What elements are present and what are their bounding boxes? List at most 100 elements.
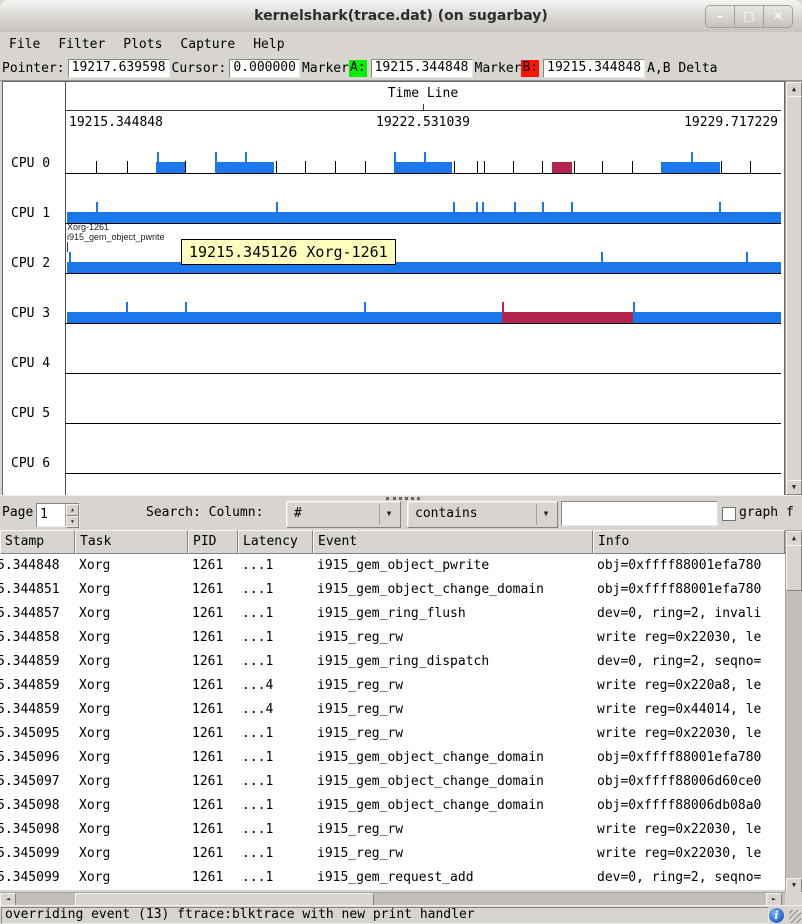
column-header-pid[interactable]: PID xyxy=(188,530,238,554)
cpu-label: CPU 0 xyxy=(11,156,63,172)
graph-event-tick xyxy=(335,161,336,173)
graph-task-bar[interactable] xyxy=(156,162,185,173)
timeline-graph[interactable]: Time Line 19215.344848 19222.531039 1922… xyxy=(2,81,785,496)
hover-pointer-mark xyxy=(67,242,68,252)
delta-label: A,B Delta xyxy=(647,61,717,76)
graph-event-tick xyxy=(365,161,366,173)
menu-file[interactable]: File xyxy=(0,33,49,57)
column-select-value: # xyxy=(294,502,302,526)
table-row[interactable]: 5.344851Xorg1261...1i915_gem_object_chan… xyxy=(0,578,785,602)
table-row[interactable]: 5.345095Xorg1261...1i915_reg_rwwrite reg… xyxy=(0,722,785,746)
graph-task-bar[interactable] xyxy=(67,212,781,223)
graph-task-bar[interactable] xyxy=(661,162,720,173)
table-row[interactable]: 5.345098Xorg1261...1i915_gem_object_chan… xyxy=(0,794,785,818)
cell-info: dev=0, ring=2, seqno= xyxy=(593,866,785,890)
cell-latency: ...1 xyxy=(238,770,313,794)
window-controls: – □ ✕ xyxy=(705,5,793,28)
marker-a-label: Marker xyxy=(302,61,349,76)
graph-follows-checkbox[interactable] xyxy=(722,507,736,521)
cell-info: write reg=0x22030, le xyxy=(593,722,785,746)
table-row[interactable]: 5.345098Xorg1261...1i915_reg_rwwrite reg… xyxy=(0,818,785,842)
info-icon[interactable]: i xyxy=(769,908,784,923)
table-row[interactable]: 5.345099Xorg1261...1i915_gem_request_add… xyxy=(0,866,785,890)
column-select[interactable]: # ▼ xyxy=(286,501,401,528)
menu-help[interactable]: Help xyxy=(244,33,293,57)
cell-stamp: 5.345096 xyxy=(0,746,75,770)
table-row[interactable]: 5.344857Xorg1261...1i915_gem_ring_flushd… xyxy=(0,602,785,626)
graph-scroll-thumb[interactable] xyxy=(786,96,802,481)
cell-stamp: 5.344848 xyxy=(0,554,75,578)
table-vertical-scrollbar[interactable]: ▲ ▼ xyxy=(785,530,802,894)
graph-task-bar[interactable] xyxy=(215,162,274,173)
column-header-stamp[interactable]: Stamp xyxy=(0,530,75,554)
page-spinner[interactable]: 1 ▲ ▼ xyxy=(36,503,80,527)
cell-event: i915_reg_rw xyxy=(313,626,593,650)
table-scroll-thumb[interactable] xyxy=(786,545,802,591)
cell-latency: ...1 xyxy=(238,602,313,626)
cell-info: dev=0, ring=2, invali xyxy=(593,602,785,626)
column-header-info[interactable]: Info xyxy=(593,530,785,554)
table-horizontal-scrollbar[interactable]: ◄ ► xyxy=(0,892,785,906)
graph-event-tick xyxy=(96,161,97,173)
chevron-down-icon[interactable]: ▼ xyxy=(536,504,555,525)
cell-event: i915_gem_object_pwrite xyxy=(313,554,593,578)
column-header-latency[interactable]: Latency xyxy=(238,530,313,554)
graph-task-bar[interactable] xyxy=(67,262,781,273)
cell-info: write reg=0x220a8, le xyxy=(593,674,785,698)
cell-event: i915_gem_request_add xyxy=(313,866,593,890)
scroll-up-icon[interactable]: ▲ xyxy=(786,531,802,546)
event-table[interactable]: 5.344848Xorg1261...1i915_gem_object_pwri… xyxy=(0,554,785,890)
graph-event-tick xyxy=(484,161,485,173)
cell-event: i915_gem_object_change_domain xyxy=(313,770,593,794)
scroll-down-icon[interactable]: ▼ xyxy=(786,878,802,893)
menu-capture[interactable]: Capture xyxy=(171,33,244,57)
match-select[interactable]: contains ▼ xyxy=(407,501,558,528)
graph-follows-label: graph f xyxy=(739,504,794,522)
marker-a-value: 19215.344848 xyxy=(371,59,473,78)
cell-event: i915_reg_rw xyxy=(313,842,593,866)
graph-task-bar[interactable] xyxy=(502,312,633,323)
graph-vertical-scrollbar[interactable]: ▲ ▼ xyxy=(785,81,802,496)
graph-task-bar[interactable] xyxy=(394,162,452,173)
spin-up-icon[interactable]: ▲ xyxy=(66,504,79,516)
graph-event-tick xyxy=(602,161,603,173)
marker-a-key: A: xyxy=(349,60,367,77)
title-bar[interactable]: kernelshark(trace.dat) (on sugarbay) – □… xyxy=(0,0,802,33)
menu-filter[interactable]: Filter xyxy=(49,33,114,57)
cell-pid: 1261 xyxy=(188,698,238,722)
cell-event: i915_gem_ring_flush xyxy=(313,602,593,626)
table-row[interactable]: 5.345097Xorg1261...1i915_gem_object_chan… xyxy=(0,770,785,794)
spin-down-icon[interactable]: ▼ xyxy=(66,516,79,528)
table-row[interactable]: 5.344848Xorg1261...1i915_gem_object_pwri… xyxy=(0,554,785,578)
resize-grip[interactable] xyxy=(789,910,801,923)
column-header-event[interactable]: Event xyxy=(313,530,593,554)
menu-plots[interactable]: Plots xyxy=(114,33,171,57)
cell-task: Xorg xyxy=(75,722,188,746)
timeline-label-mid: 19222.531039 xyxy=(65,115,781,131)
graph-task-bar[interactable] xyxy=(552,162,572,173)
table-row[interactable]: 5.345099Xorg1261...1i915_reg_rwwrite reg… xyxy=(0,842,785,866)
cell-task: Xorg xyxy=(75,866,188,890)
table-row[interactable]: 5.344859Xorg1261...1i915_gem_ring_dispat… xyxy=(0,650,785,674)
chevron-down-icon[interactable]: ▼ xyxy=(379,504,398,525)
graph-event-tick xyxy=(185,161,186,173)
scroll-down-icon[interactable]: ▼ xyxy=(786,480,802,495)
graph-task-bar[interactable] xyxy=(67,312,781,323)
minimize-button[interactable]: – xyxy=(706,6,734,27)
cpu-label: CPU 4 xyxy=(11,356,63,372)
cell-stamp: 5.345098 xyxy=(0,818,75,842)
maximize-button[interactable]: □ xyxy=(734,6,763,27)
cell-task: Xorg xyxy=(75,746,188,770)
close-button[interactable]: ✕ xyxy=(763,6,792,27)
table-row[interactable]: 5.344859Xorg1261...4i915_reg_rwwrite reg… xyxy=(0,698,785,722)
hover-task-name: Xorg-1261 xyxy=(67,222,109,232)
cell-task: Xorg xyxy=(75,602,188,626)
table-row[interactable]: 5.344858Xorg1261...1i915_reg_rwwrite reg… xyxy=(0,626,785,650)
table-row[interactable]: 5.345096Xorg1261...1i915_gem_object_chan… xyxy=(0,746,785,770)
table-row[interactable]: 5.344859Xorg1261...4i915_reg_rwwrite reg… xyxy=(0,674,785,698)
scroll-up-icon[interactable]: ▲ xyxy=(786,82,802,97)
column-header-task[interactable]: Task xyxy=(75,530,188,554)
cell-pid: 1261 xyxy=(188,554,238,578)
search-input[interactable] xyxy=(561,501,718,526)
status-bar: overriding event (13) ftrace:blktrace wi… xyxy=(0,905,802,924)
